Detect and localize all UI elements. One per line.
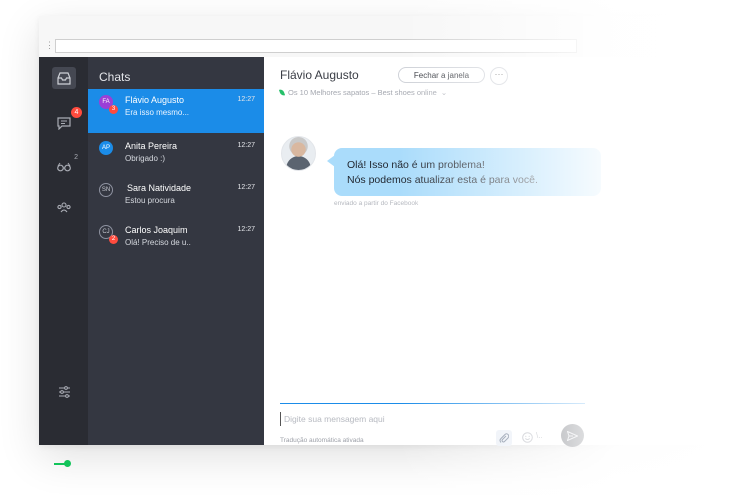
- chat-time: 12:27: [237, 226, 255, 233]
- source-page-title: Os 10 Melhores sapatos – Best shoes onli…: [288, 88, 437, 97]
- avatar: SN: [99, 183, 113, 197]
- chevron-down-icon: ⌄: [440, 88, 448, 97]
- source-page[interactable]: Os 10 Melhores sapatos – Best shoes onli…: [278, 88, 448, 97]
- chat-time: 12:27: [237, 142, 255, 149]
- agent-avatar: [281, 136, 316, 171]
- chat-list-panel: Chats FA 3 Flávio Augusto 12:27 Era isso…: [88, 57, 264, 445]
- avatar: AP: [99, 141, 113, 155]
- send-button[interactable]: [561, 424, 584, 447]
- visitors-count: 2: [74, 154, 78, 161]
- emoji-icon[interactable]: [522, 432, 533, 443]
- message-bubble: Olá! Isso não é um problema! Nós podemos…: [334, 148, 601, 196]
- app-window: ⋮ 4 2 Chats FA 3 Flávio Augusto 12:27 Er…: [39, 16, 729, 467]
- unread-badge: 4: [71, 107, 82, 118]
- chat-name: Anita Pereira: [125, 141, 178, 151]
- translation-note: Tradução automática ativada: [280, 437, 364, 444]
- leaf-icon: [278, 88, 286, 97]
- compose-divider: [280, 403, 585, 404]
- chat-name: Carlos Joaquim: [125, 225, 188, 235]
- rail-item-visitors[interactable]: 2: [52, 154, 78, 178]
- settings-sliders-icon: [58, 386, 70, 398]
- chat-item-flavio[interactable]: FA 3 Flávio Augusto 12:27 Era isso mesmo…: [88, 89, 264, 133]
- message-line: Nós podemos atualizar esta é para você.: [347, 174, 538, 186]
- contact-name: Flávio Augusto: [280, 68, 359, 82]
- inbox-icon: [57, 71, 71, 85]
- conversation-panel: Flávio Augusto Fechar a janela ··· Os 10…: [264, 57, 729, 447]
- chat-item-carlos[interactable]: CJ 2 Carlos Joaquim 12:27 Olá! Preciso d…: [88, 219, 264, 263]
- rail-item-inbox[interactable]: [52, 67, 76, 89]
- attach-button[interactable]: [496, 430, 512, 446]
- rail-item-team[interactable]: [52, 196, 76, 218]
- chat-bubble-icon: [57, 116, 71, 130]
- chat-item-sara[interactable]: SN Sara Natividade 12:27 Estou procura: [88, 177, 264, 221]
- chat-list-title: Chats: [99, 70, 131, 84]
- chat-preview: Obrigado :): [125, 154, 166, 163]
- chat-preview: Olá! Preciso de u..: [125, 238, 191, 247]
- chat-name: Sara Natividade: [127, 183, 192, 193]
- chat-preview: Era isso mesmo...: [125, 108, 190, 117]
- unread-badge: 2: [109, 235, 118, 244]
- team-icon: [57, 201, 71, 212]
- address-bar[interactable]: [55, 39, 577, 53]
- online-status-toggle[interactable]: [64, 460, 71, 467]
- unread-badge: 3: [109, 105, 118, 114]
- message-input[interactable]: [280, 412, 484, 426]
- chat-time: 12:27: [237, 96, 255, 103]
- more-menu-icon[interactable]: ⋮: [45, 41, 54, 50]
- message-line: Olá! Isso não é um problema!: [347, 159, 485, 171]
- browser-toolbar: ⋮: [39, 16, 729, 58]
- chat-item-anita[interactable]: AP Anita Pereira 12:27 Obrigado :): [88, 135, 264, 179]
- message-via: enviado a partir do Facebook: [334, 200, 419, 207]
- chat-time: 12:27: [237, 184, 255, 191]
- rail-item-settings[interactable]: [52, 381, 76, 403]
- send-icon: [567, 430, 578, 441]
- nav-rail: 4 2: [39, 57, 88, 467]
- paperclip-icon: [499, 432, 509, 443]
- chat-preview: Estou procura: [125, 196, 175, 205]
- shortcuts-button[interactable]: \..: [536, 431, 543, 440]
- more-options-button[interactable]: ···: [490, 67, 508, 85]
- rail-item-chats[interactable]: 4: [52, 107, 82, 134]
- visitors-icon: [57, 162, 71, 172]
- chat-name: Flávio Augusto: [125, 95, 185, 105]
- close-window-button[interactable]: Fechar a janela: [398, 67, 485, 83]
